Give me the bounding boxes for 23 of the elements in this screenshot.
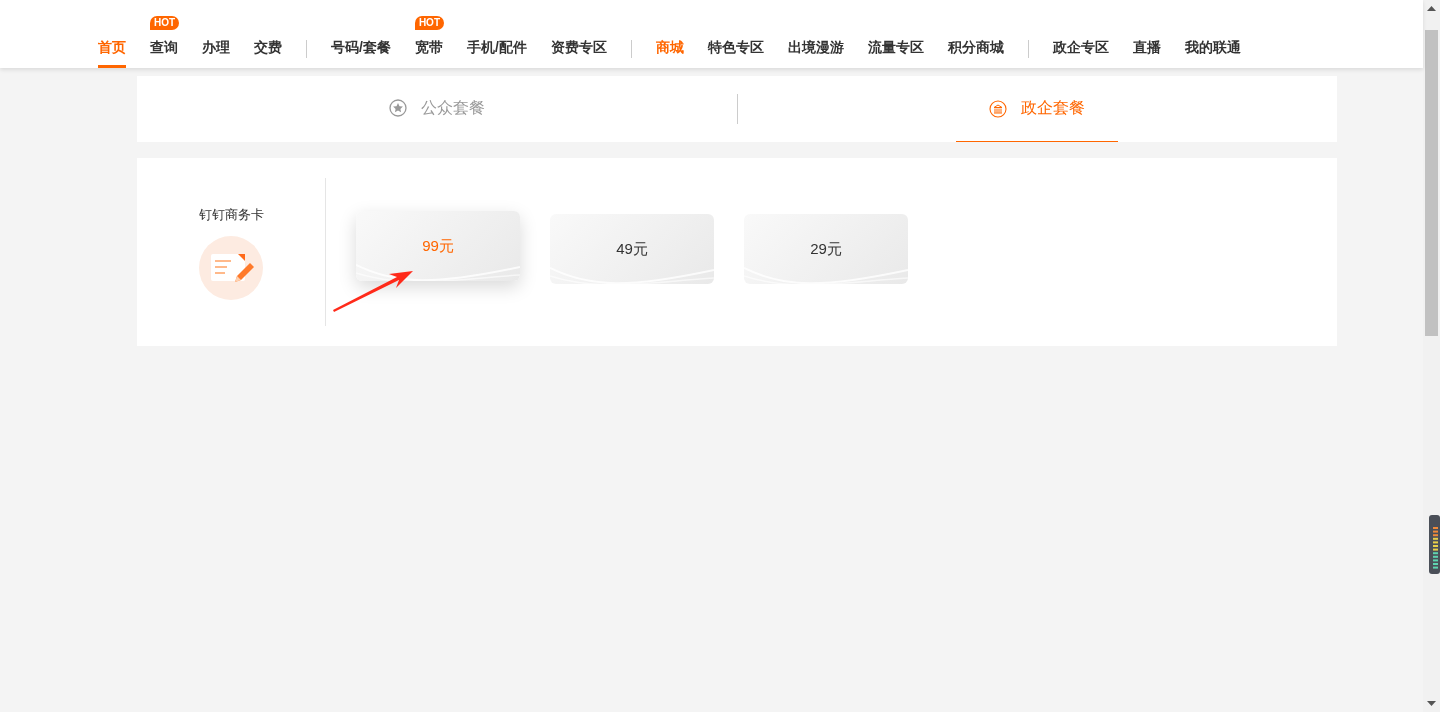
nav-link[interactable]: 资费专区 — [550, 37, 607, 68]
nav-link[interactable]: 交费 — [254, 37, 282, 68]
level-meter-icon — [1429, 515, 1440, 574]
category-title: 钉钉商务卡 — [198, 206, 264, 224]
nav-link[interactable]: 政企专区 — [1052, 37, 1109, 68]
nav-link[interactable]: 手机/配件 — [466, 37, 527, 68]
nav-link[interactable]: 流量专区 — [867, 37, 924, 68]
document-pencil-icon — [199, 236, 263, 300]
hot-badge: HOT — [150, 16, 180, 30]
price-card[interactable]: 29元 — [744, 214, 908, 284]
nav-link[interactable]: 出境漫游 — [787, 37, 844, 68]
nav-link[interactable]: 号码/套餐 — [331, 37, 391, 68]
nav-link[interactable]: 我的联通 — [1184, 37, 1241, 68]
nav-link[interactable]: 特色专区 — [707, 37, 764, 68]
scroll-up-icon[interactable] — [1427, 6, 1436, 11]
hot-badge: HOT — [414, 16, 444, 30]
nav-link[interactable]: 积分商城 — [947, 37, 1004, 68]
price-card[interactable]: 49元 — [550, 214, 714, 284]
bank-icon — [989, 99, 1008, 118]
nav-link[interactable]: 直播 — [1132, 37, 1161, 68]
scroll-down-icon[interactable] — [1427, 701, 1436, 706]
scrollbar-thumb[interactable] — [1425, 30, 1438, 336]
nav-link[interactable]: 办理 — [202, 37, 230, 68]
